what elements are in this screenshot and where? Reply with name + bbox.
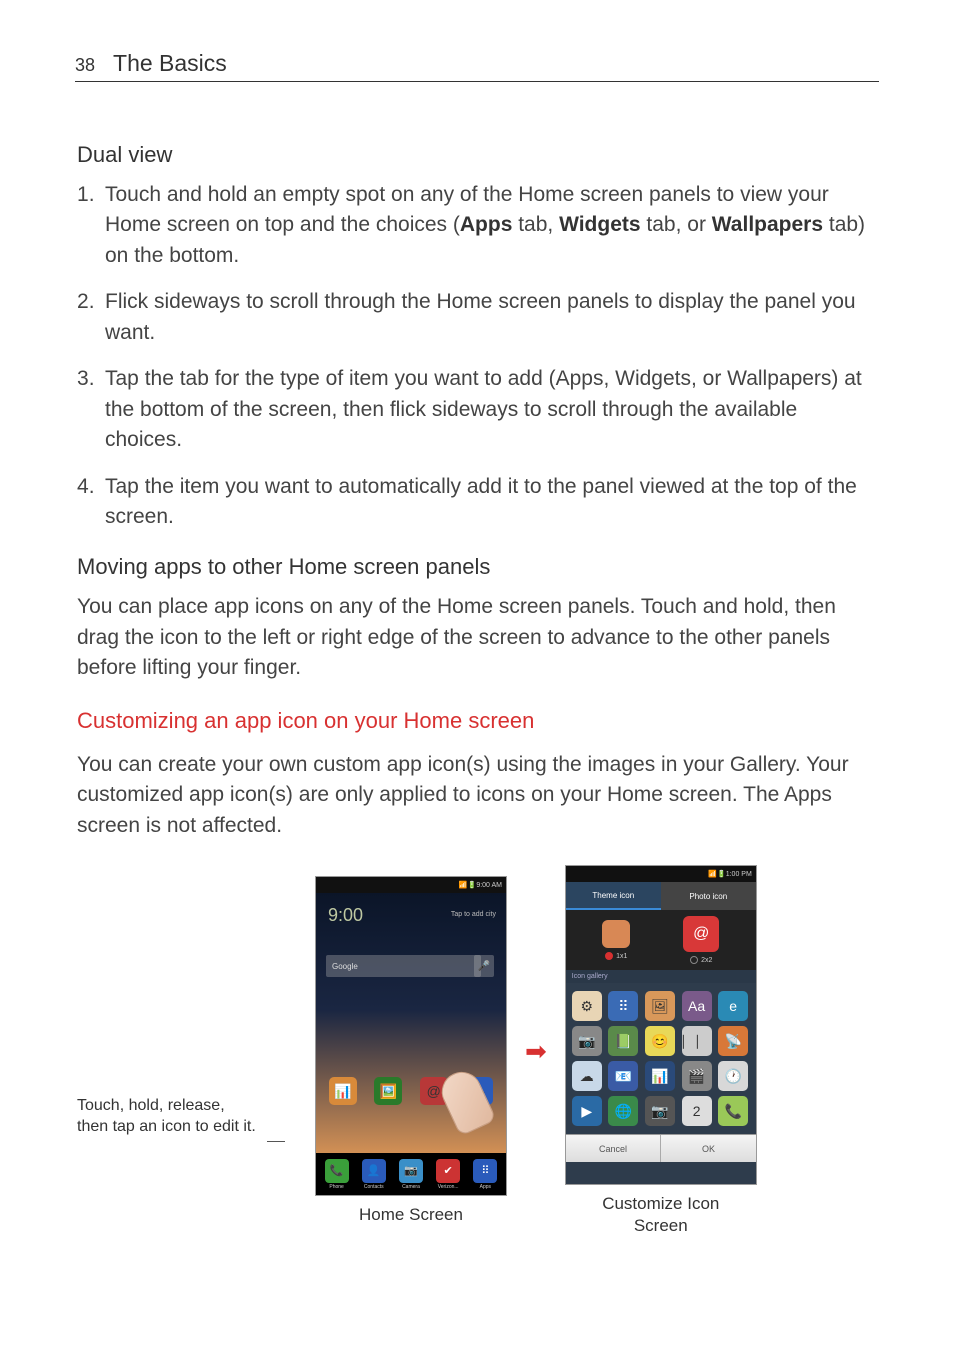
size-icon-small	[602, 920, 630, 948]
gallery-icon: 2	[682, 1096, 712, 1126]
signal-icon: 📶	[459, 881, 468, 889]
gallery-icon: 😊	[645, 1026, 675, 1056]
home-dock: 📞 Phone 👤 Contacts 📷 Camera	[316, 1153, 506, 1195]
status-time: 9:00 AM	[476, 882, 502, 889]
dual-view-steps: Touch and hold an empty spot on any of t…	[77, 180, 877, 532]
para-customizing: You can create your own custom app icon(…	[77, 750, 877, 841]
gallery-icon: ☁	[572, 1061, 602, 1091]
app-icon-2: 🖼️	[374, 1077, 402, 1105]
dock-camera: 📷 Camera	[399, 1159, 423, 1190]
step-2: Flick sideways to scroll through the Hom…	[77, 287, 877, 348]
heading-moving-apps: Moving apps to other Home screen panels	[77, 554, 877, 580]
size-section: 1x1 @ 2x2	[566, 910, 756, 970]
gallery-icon: 📗	[608, 1026, 638, 1056]
icon-gallery-grid: ⚙ ⠿ 🖼 Aa e 📷 📗 😊 ⎸⎸ 📡 ☁ 📧	[566, 983, 756, 1134]
customize-screen-phone: 📶 🔋 1:00 PM Theme icon Photo icon 1x1	[565, 865, 757, 1185]
para-moving-apps: You can place app icons on any of the Ho…	[77, 592, 877, 683]
cancel-button: Cancel	[566, 1135, 662, 1162]
phone-screens: 📶 🔋 9:00 AM 9:00 Tap to add city Google …	[315, 865, 757, 1237]
heading-dual-view: Dual view	[77, 142, 877, 168]
home-screen-phone: 📶 🔋 9:00 AM 9:00 Tap to add city Google …	[315, 876, 507, 1196]
step-3: Tap the tab for the type of item you wan…	[77, 364, 877, 455]
gallery-icon: 🕐	[718, 1061, 748, 1091]
gallery-icon: ⠿	[608, 991, 638, 1021]
gallery-icon: ⎸⎸	[682, 1026, 712, 1056]
ok-button: OK	[661, 1135, 756, 1162]
gallery-icon: 📷	[645, 1096, 675, 1126]
customize-status-bar: 📶 🔋 1:00 PM	[566, 866, 756, 882]
radio-on-icon	[605, 952, 613, 960]
gallery-icon: 🌐	[608, 1096, 638, 1126]
gallery-icon: e	[718, 991, 748, 1021]
clock-widget: 9:00	[328, 905, 363, 926]
search-placeholder: Google	[332, 962, 358, 971]
weather-widget: Tap to add city	[451, 911, 496, 918]
gallery-icon: 🎬	[682, 1061, 712, 1091]
size-icon-large: @	[683, 916, 719, 952]
section-title: The Basics	[113, 50, 227, 77]
icon-gallery-label: Icon gallery	[566, 970, 756, 983]
page-content: Dual view Touch and hold an empty spot o…	[75, 142, 879, 1237]
signal-icon: 📶	[708, 870, 717, 878]
dock-contacts: 👤 Contacts	[362, 1159, 386, 1190]
gallery-icon: 📊	[645, 1061, 675, 1091]
gallery-icon: 📷	[572, 1026, 602, 1056]
customize-buttons: Cancel OK	[566, 1134, 756, 1162]
step-1: Touch and hold an empty spot on any of t…	[77, 180, 877, 271]
gallery-icon: 📡	[718, 1026, 748, 1056]
heading-customizing: Customizing an app icon on your Home scr…	[77, 708, 877, 734]
customize-tabs: Theme icon Photo icon	[566, 882, 756, 910]
gallery-icon: 🖼	[645, 991, 675, 1021]
gallery-icon: 📧	[608, 1061, 638, 1091]
radio-off-icon	[690, 956, 698, 964]
home-phone-body: 9:00 Tap to add city Google 🎤 📊 🖼️ @ ▶	[316, 893, 506, 1153]
arrow-icon: ➡	[525, 1036, 547, 1067]
callout-text: Touch, hold, release, then tap an icon t…	[77, 1095, 267, 1138]
search-bar: Google	[326, 955, 481, 977]
customize-screen-caption: Customize Icon Screen	[602, 1193, 719, 1237]
home-screen-caption: Home Screen	[359, 1204, 463, 1226]
page-header: 38 The Basics	[75, 50, 879, 82]
customize-screen-wrap: 📶 🔋 1:00 PM Theme icon Photo icon 1x1	[565, 865, 757, 1237]
tab-photo-icon: Photo icon	[661, 882, 756, 910]
verizon-icon: ✔	[436, 1159, 460, 1183]
figure-section: Touch, hold, release, then tap an icon t…	[77, 865, 877, 1237]
gallery-icon: Aa	[682, 991, 712, 1021]
step-4: Tap the item you want to automatically a…	[77, 472, 877, 533]
app-icon-1: 📊	[329, 1077, 357, 1105]
phone-icon: 📞	[325, 1159, 349, 1183]
dock-apps: ⠿ Apps	[473, 1159, 497, 1190]
dock-phone: 📞 Phone	[325, 1159, 349, 1190]
status-time-2: 1:00 PM	[726, 871, 752, 878]
size-2x2: @ 2x2	[683, 916, 719, 964]
document-page: 38 The Basics Dual view Touch and hold a…	[0, 0, 954, 1297]
callout-line	[267, 1141, 285, 1142]
battery-icon: 🔋	[717, 870, 726, 878]
home-screen-wrap: 📶 🔋 9:00 AM 9:00 Tap to add city Google …	[315, 876, 507, 1226]
size-1x1: 1x1	[602, 920, 630, 960]
home-status-bar: 📶 🔋 9:00 AM	[316, 877, 506, 893]
gallery-icon: ⚙	[572, 991, 602, 1021]
dock-verizon: ✔ Verizon...	[436, 1159, 460, 1190]
contacts-icon: 👤	[362, 1159, 386, 1183]
gallery-icon: 📞	[718, 1096, 748, 1126]
mic-icon: 🎤	[474, 955, 494, 977]
battery-icon: 🔋	[468, 881, 477, 889]
apps-icon: ⠿	[473, 1159, 497, 1183]
gallery-icon: ▶	[572, 1096, 602, 1126]
page-number: 38	[75, 55, 95, 76]
camera-icon: 📷	[399, 1159, 423, 1183]
tab-theme-icon: Theme icon	[566, 882, 661, 910]
